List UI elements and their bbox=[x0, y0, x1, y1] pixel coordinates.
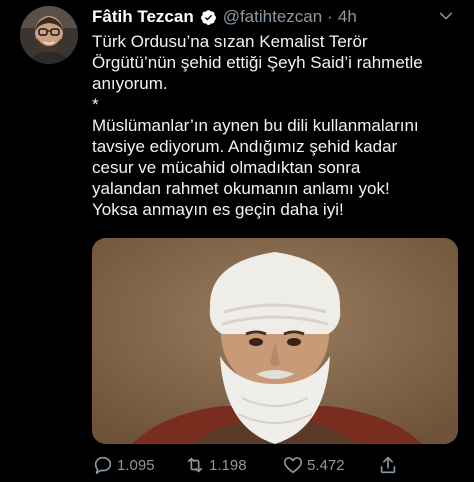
reply-count: 1.095 bbox=[117, 456, 155, 474]
tweet-line: yalandan rahmet okumanın anlamı yok! bbox=[92, 179, 390, 198]
display-name[interactable]: Fâtih Tezcan bbox=[92, 7, 194, 27]
tweet-line: cesur ve mücahid olmadıktan sonra bbox=[92, 158, 361, 177]
separator-dot: · bbox=[327, 7, 333, 26]
chevron-down-icon[interactable] bbox=[438, 8, 454, 24]
tweet-line: Örgütü’nün şehid ettiği Şeyh Said’i rahm… bbox=[92, 53, 423, 72]
tweet[interactable]: Fâtih Tezcan @fatihtezcan · 4h Türk Ordu… bbox=[0, 0, 474, 482]
tweet-line: * bbox=[92, 95, 99, 114]
tweet-image[interactable] bbox=[92, 238, 458, 444]
retweet-button[interactable]: 1.198 bbox=[184, 452, 247, 478]
tweet-text: Türk Ordusu’na sızan Kemalist Terör Örgü… bbox=[92, 31, 462, 220]
share-button[interactable] bbox=[377, 452, 399, 478]
tweet-line: Müslümanlar’ın aynen bu dili kullanmalar… bbox=[92, 116, 419, 135]
heart-icon bbox=[283, 457, 303, 474]
tweet-actions: 1.095 1.198 5.472 bbox=[92, 452, 462, 478]
like-button[interactable]: 5.472 bbox=[282, 452, 345, 478]
retweet-count: 1.198 bbox=[209, 456, 247, 474]
verified-badge-icon bbox=[200, 9, 216, 25]
reply-icon bbox=[94, 456, 112, 475]
tweet-line: Yoksa anmayın es geçin daha iyi! bbox=[92, 200, 344, 219]
tweet-header: Fâtih Tezcan @fatihtezcan · 4h bbox=[92, 5, 357, 29]
timestamp[interactable]: 4h bbox=[338, 7, 357, 27]
like-count: 5.472 bbox=[307, 456, 345, 474]
tweet-line: tavsiye ediyorum. Andığımız şehid kadar bbox=[92, 137, 398, 156]
tweet-line: Türk Ordusu’na sızan Kemalist Terör bbox=[92, 32, 368, 51]
share-icon bbox=[380, 456, 396, 474]
handle[interactable]: @fatihtezcan bbox=[223, 7, 322, 27]
tweet-line: anıyorum. bbox=[92, 74, 168, 93]
portrait-photo-icon bbox=[92, 238, 458, 444]
retweet-icon bbox=[187, 457, 203, 473]
reply-button[interactable]: 1.095 bbox=[92, 452, 155, 478]
avatar[interactable] bbox=[20, 6, 78, 64]
avatar-photo-icon bbox=[20, 6, 78, 64]
